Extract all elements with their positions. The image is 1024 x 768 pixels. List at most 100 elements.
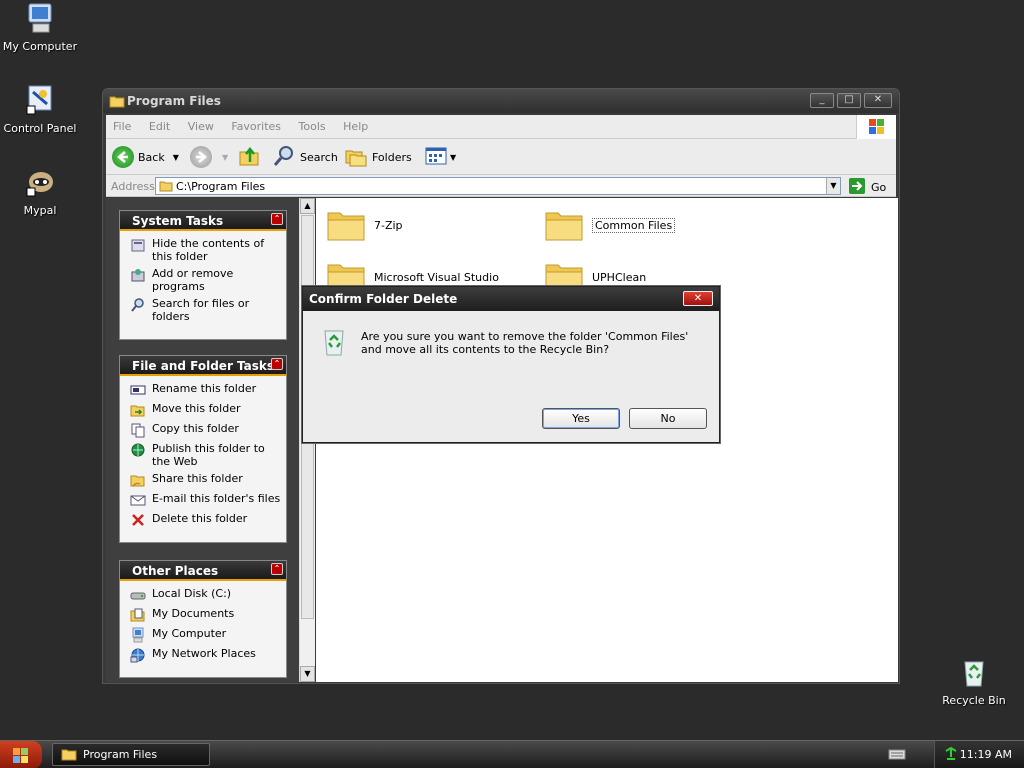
task-search-files[interactable]: Search for files or folders bbox=[130, 297, 282, 323]
task-label: Copy this folder bbox=[152, 422, 239, 435]
task-delete-folder[interactable]: Delete this folder bbox=[130, 512, 282, 528]
dialog-message: Are you sure you want to remove the fold… bbox=[361, 330, 689, 356]
panel-title: System Tasks bbox=[132, 214, 224, 228]
task-move-folder[interactable]: Move this folder bbox=[130, 402, 282, 418]
folder-icon bbox=[61, 749, 77, 761]
back-button[interactable]: Back ▼ bbox=[112, 145, 179, 169]
recycle-bin-icon bbox=[957, 656, 991, 690]
search-icon bbox=[272, 144, 296, 171]
confirm-delete-dialog: Confirm Folder Delete ✕ Are you sure you… bbox=[302, 286, 720, 443]
minimize-button[interactable]: _ bbox=[810, 93, 834, 108]
menu-file[interactable]: File bbox=[106, 115, 138, 133]
start-button[interactable] bbox=[0, 741, 42, 768]
folders-button[interactable]: Folders bbox=[344, 145, 412, 169]
views-icon bbox=[424, 145, 448, 170]
close-button[interactable]: ✕ bbox=[864, 93, 892, 108]
go-label: Go bbox=[871, 181, 887, 194]
place-my-computer[interactable]: My Computer bbox=[130, 627, 282, 643]
task-add-remove-programs[interactable]: Add or remove programs bbox=[130, 267, 282, 293]
no-button[interactable]: No bbox=[629, 408, 707, 429]
my-documents-icon bbox=[130, 607, 146, 623]
desktop-icon-label: Control Panel bbox=[3, 122, 77, 135]
place-label: My Computer bbox=[152, 627, 227, 640]
scroll-up-button[interactable]: ▲ bbox=[300, 198, 315, 214]
back-dropdown-icon[interactable]: ▼ bbox=[173, 153, 179, 162]
taskbar-button-program-files[interactable]: Program Files bbox=[52, 743, 210, 766]
desktop-icon-control-panel[interactable]: Control Panel bbox=[0, 84, 80, 135]
scroll-down-button[interactable]: ▼ bbox=[300, 666, 315, 682]
my-computer-icon bbox=[130, 627, 146, 643]
desktop-icon-my-computer[interactable]: My Computer bbox=[0, 2, 80, 53]
up-folder-icon bbox=[238, 144, 262, 171]
place-label: My Network Places bbox=[152, 647, 256, 660]
system-tray: 11:19 AM bbox=[934, 741, 1024, 768]
maximize-button[interactable]: □ bbox=[837, 93, 861, 108]
panel-header[interactable]: Other Places ⌃ bbox=[120, 561, 286, 581]
place-my-documents[interactable]: My Documents bbox=[130, 607, 282, 623]
back-label: Back bbox=[138, 150, 165, 164]
menu-edit[interactable]: Edit bbox=[142, 115, 177, 133]
windows-logo-icon bbox=[856, 115, 896, 139]
menu-favorites[interactable]: Favorites bbox=[224, 115, 288, 133]
folder-label: 7-Zip bbox=[374, 218, 403, 232]
task-hide-contents[interactable]: Hide the contents of this folder bbox=[130, 237, 282, 263]
task-copy-folder[interactable]: Copy this folder bbox=[130, 422, 282, 438]
desktop-icon-mypal[interactable]: Mypal bbox=[0, 166, 80, 217]
menu-view[interactable]: View bbox=[181, 115, 221, 133]
network-places-icon bbox=[130, 647, 146, 663]
other-places-panel: Other Places ⌃ Local Disk (C:) My Docume… bbox=[119, 560, 287, 678]
folder-item[interactable]: Common Files bbox=[544, 208, 676, 242]
place-local-disk[interactable]: Local Disk (C:) bbox=[130, 587, 282, 603]
network-tray-icon[interactable] bbox=[943, 746, 959, 766]
folders-icon bbox=[344, 145, 368, 170]
forward-button[interactable]: ▼ bbox=[190, 145, 228, 169]
dialog-close-button[interactable]: ✕ bbox=[683, 291, 713, 306]
place-network-places[interactable]: My Network Places bbox=[130, 647, 282, 663]
panel-header[interactable]: File and Folder Tasks ⌃ bbox=[120, 356, 286, 376]
my-computer-icon bbox=[23, 2, 57, 36]
up-button[interactable] bbox=[238, 145, 262, 169]
collapse-icon[interactable]: ⌃ bbox=[271, 563, 283, 575]
task-publish-web[interactable]: Publish this folder to the Web bbox=[130, 442, 282, 468]
task-label: Search for files or folders bbox=[152, 297, 250, 323]
menu-tools[interactable]: Tools bbox=[292, 115, 333, 133]
address-input[interactable]: C:\Program Files bbox=[155, 177, 841, 195]
address-value: C:\Program Files bbox=[176, 180, 266, 193]
views-button[interactable]: ▼ bbox=[424, 145, 456, 169]
forward-dropdown-icon[interactable]: ▼ bbox=[222, 153, 228, 162]
delete-icon bbox=[130, 512, 146, 528]
task-label: Share this folder bbox=[152, 472, 243, 485]
task-label: E-mail this folder's files bbox=[152, 492, 281, 505]
task-share-folder[interactable]: Share this folder bbox=[130, 472, 282, 488]
desktop-icon-label: Mypal bbox=[23, 204, 57, 217]
address-dropdown-button[interactable]: ▼ bbox=[826, 178, 840, 194]
clock[interactable]: 11:19 AM bbox=[960, 748, 1012, 761]
place-label: My Documents bbox=[152, 607, 235, 620]
task-rename-folder[interactable]: Rename this folder bbox=[130, 382, 282, 398]
folder-item[interactable]: 7-Zip bbox=[326, 208, 403, 242]
back-arrow-icon bbox=[112, 146, 134, 168]
desktop-icon-recycle-bin[interactable]: Recycle Bin bbox=[934, 656, 1014, 707]
collapse-icon[interactable]: ⌃ bbox=[271, 213, 283, 225]
yes-button[interactable]: Yes bbox=[542, 408, 620, 429]
taskbar-button-label: Program Files bbox=[83, 748, 158, 761]
dialog-titlebar[interactable]: Confirm Folder Delete ✕ bbox=[303, 287, 719, 311]
local-disk-icon bbox=[130, 587, 146, 603]
place-label: Local Disk (C:) bbox=[152, 587, 232, 600]
keyboard-icon[interactable] bbox=[888, 747, 906, 764]
panel-header[interactable]: System Tasks ⌃ bbox=[120, 211, 286, 231]
panel-title: File and Folder Tasks bbox=[132, 359, 275, 373]
search-button[interactable]: Search bbox=[272, 145, 338, 169]
address-bar: Address C:\Program Files ▼ Go bbox=[106, 175, 896, 197]
go-button[interactable]: Go bbox=[848, 177, 886, 198]
windows-logo-icon bbox=[13, 748, 28, 763]
desktop-icon-label: Recycle Bin bbox=[942, 694, 1006, 707]
window-titlebar[interactable]: Program Files _ □ ✕ bbox=[103, 89, 899, 113]
rename-icon bbox=[130, 382, 146, 398]
collapse-icon[interactable]: ⌃ bbox=[271, 358, 283, 370]
task-email-files[interactable]: E-mail this folder's files bbox=[130, 492, 282, 508]
menu-bar: File Edit View Favorites Tools Help bbox=[106, 115, 896, 139]
desktop-icon-label: My Computer bbox=[2, 40, 78, 53]
menu-help[interactable]: Help bbox=[336, 115, 375, 133]
views-dropdown-icon: ▼ bbox=[450, 152, 457, 162]
